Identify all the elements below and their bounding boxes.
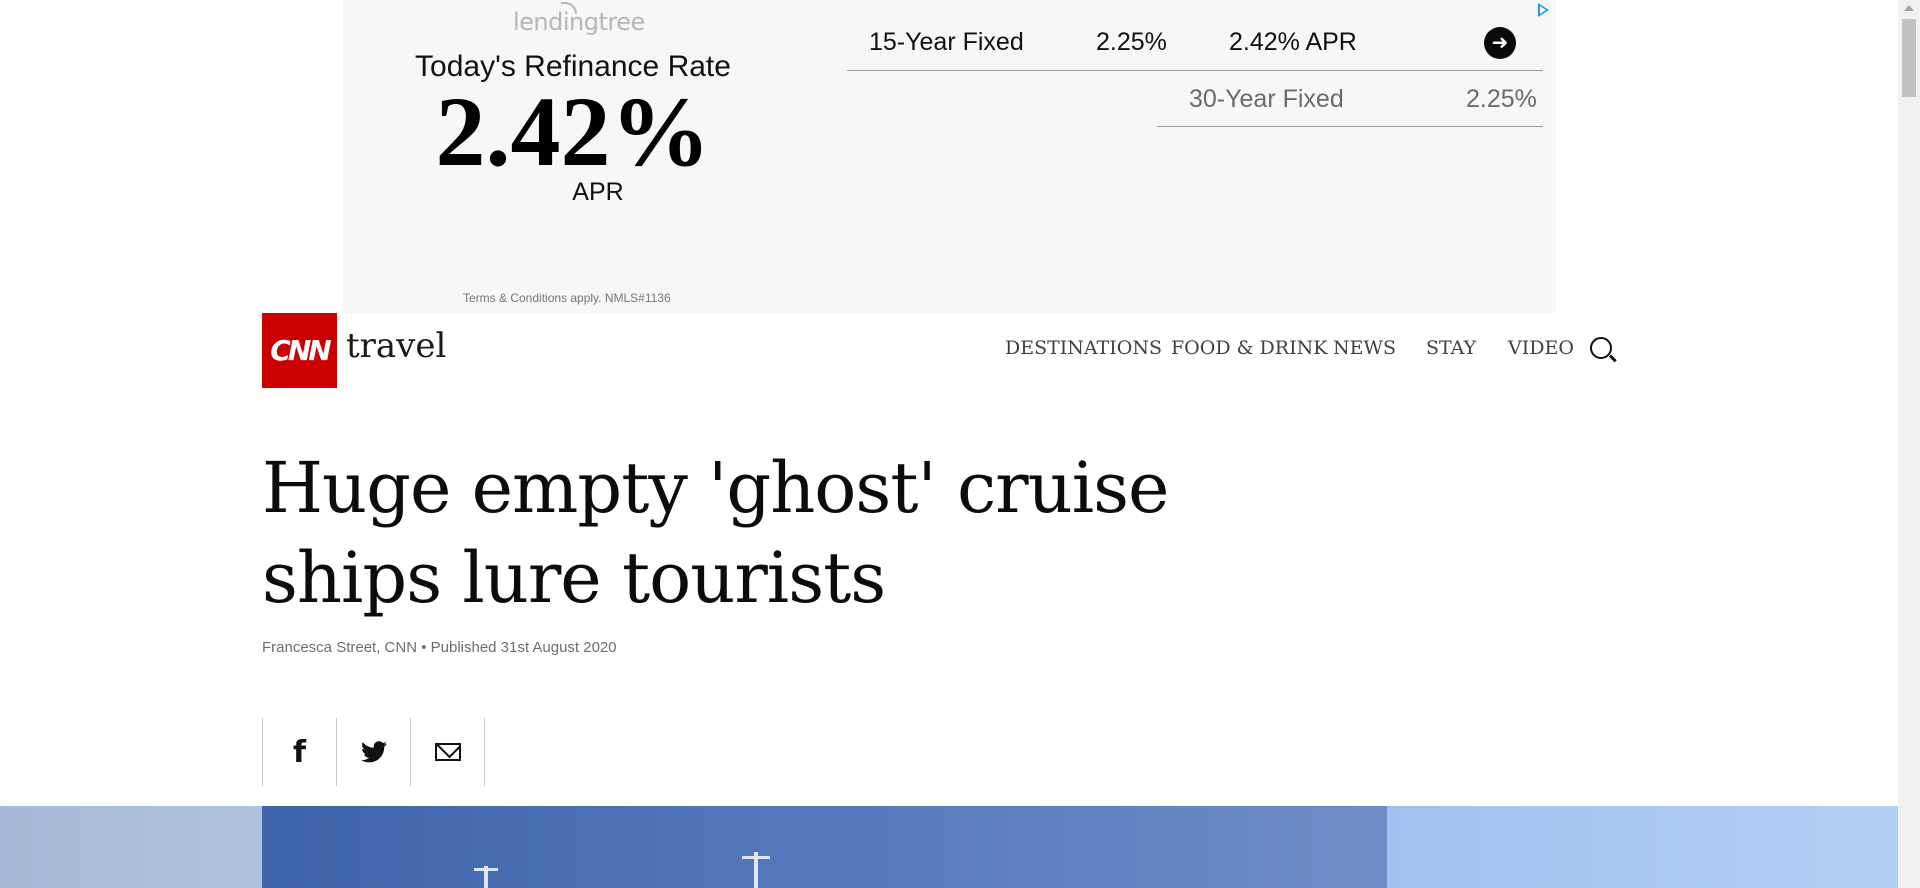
share-email-button[interactable] — [410, 718, 485, 786]
cnn-logo[interactable]: CNN — [262, 313, 337, 388]
scroll-thumb[interactable] — [1902, 19, 1916, 97]
nav-video[interactable]: VIDEO — [1508, 337, 1574, 359]
email-icon — [434, 743, 461, 761]
twitter-icon — [360, 741, 387, 763]
facebook-icon: f — [292, 734, 307, 770]
ship-mast-arm — [742, 856, 770, 859]
ad-apr-label: APR — [572, 178, 624, 206]
scroll-up-icon[interactable] — [1904, 5, 1914, 11]
ad-big-rate: 2.42% — [435, 76, 711, 187]
adchoices-icon[interactable] — [1538, 3, 1549, 17]
rate-apr: 2.42% APR — [1229, 28, 1357, 56]
share-twitter-button[interactable] — [336, 718, 410, 786]
ad-rate-panel: lendingtree Today's Refinance Rate 2.42%… — [343, 0, 803, 313]
ship-mast-arm — [474, 868, 498, 871]
share-facebook-button[interactable]: f — [262, 718, 336, 786]
arrow-right-icon[interactable]: ➜ — [1484, 27, 1516, 59]
rate-term: 30-Year Fixed — [1189, 85, 1344, 113]
rate-value: 2.25% — [1466, 85, 1537, 113]
rate-row-30-year[interactable]: 30-Year Fixed 2.25% — [1157, 85, 1543, 127]
refinance-ad[interactable]: lendingtree Today's Refinance Rate 2.42%… — [343, 0, 1556, 313]
nav-destinations[interactable]: DESTINATIONS — [1005, 337, 1162, 359]
rate-row-15-year[interactable]: 15-Year Fixed 2.25% 2.42% APR — [847, 28, 1543, 71]
rate-term: 15-Year Fixed — [869, 28, 1024, 56]
hero-image-backdrop-right — [1387, 806, 1898, 888]
byline: Francesca Street, CNN • Published 31st A… — [262, 639, 617, 656]
page-scrollbar[interactable] — [1898, 0, 1920, 888]
nav-stay[interactable]: STAY — [1426, 337, 1476, 359]
section-name[interactable]: travel — [346, 326, 446, 366]
page-title: Huge empty 'ghost' cruise ships lure tou… — [262, 447, 1169, 619]
share-bar: f — [262, 718, 485, 786]
ad-terms[interactable]: Terms & Conditions apply. NMLS#1136 — [463, 291, 671, 305]
nav-news[interactable]: NEWS — [1333, 337, 1396, 359]
hero-image — [262, 806, 1387, 888]
hero-image-backdrop-left — [0, 806, 262, 888]
nav-food-drink[interactable]: FOOD & DRINK — [1171, 337, 1327, 359]
lendingtree-logo: lendingtree — [513, 2, 645, 36]
search-icon[interactable] — [1590, 337, 1612, 359]
rate-value: 2.25% — [1096, 28, 1167, 56]
